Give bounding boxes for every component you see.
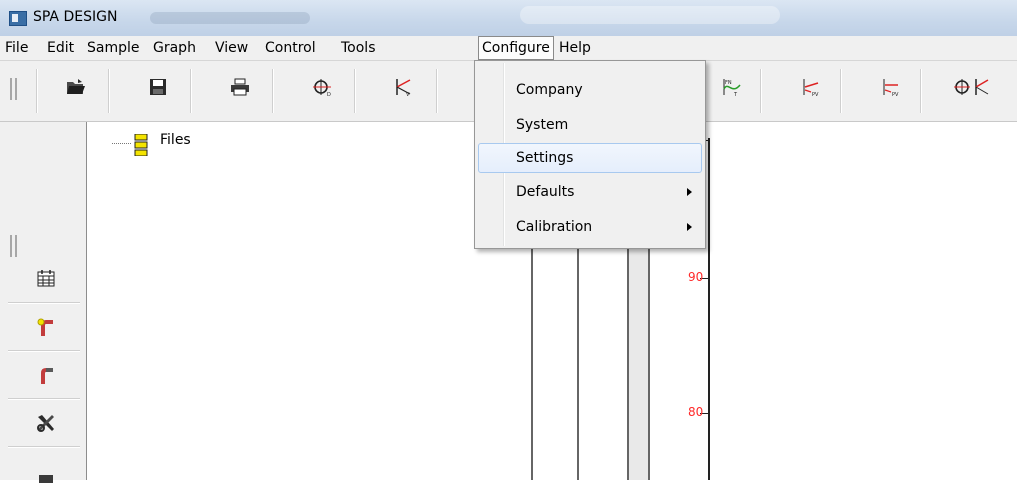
tree-connector (112, 143, 131, 144)
toolbar-separator (840, 69, 842, 113)
print-button[interactable] (228, 75, 252, 99)
menu-help[interactable]: Help (556, 36, 594, 60)
graph-phi-k-button[interactable] (952, 75, 1002, 99)
wrench-cross-button[interactable] (34, 411, 58, 435)
toolbar-separator (354, 69, 356, 113)
svg-text:FN: FN (725, 80, 732, 86)
menu-tools[interactable]: Tools (338, 36, 379, 60)
left-toolbar-separator (8, 398, 80, 400)
toolbar-separator (920, 69, 922, 113)
graph-k-button[interactable]: V (392, 75, 416, 99)
pipe-bend-red-button[interactable] (34, 363, 58, 387)
graph-k-icon: V (396, 79, 411, 97)
graph-pv-button[interactable]: FN T (720, 75, 744, 99)
left-toolbar-separator (8, 350, 80, 352)
title-bar-blur (150, 12, 310, 24)
left-toolbar-grip-handle[interactable] (10, 235, 17, 257)
submenu-arrow-icon (687, 188, 692, 196)
menu-item-company[interactable]: Company (478, 75, 702, 105)
menu-configure[interactable]: Configure (478, 36, 554, 60)
y-axis-label-90: 90 (688, 270, 704, 284)
calendar-icon (37, 270, 55, 287)
menu-sample[interactable]: Sample (84, 36, 143, 60)
menu-item-label: Calibration (516, 219, 593, 235)
toolbar-partial-icon (39, 475, 53, 483)
pipe-bend-yellow-icon (37, 318, 53, 336)
toolbar-grip-handle[interactable] (10, 78, 17, 100)
graph-pv-icon: FN T (723, 79, 741, 97)
title-bar-glass (520, 6, 780, 24)
toolbar-separator (36, 69, 38, 113)
open-folder-icon (67, 79, 85, 94)
menu-item-label: System (516, 117, 569, 133)
menu-view[interactable]: View (212, 36, 251, 60)
menu-graph[interactable]: Graph (150, 36, 199, 60)
menu-item-system[interactable]: System (478, 110, 702, 140)
menu-item-label: Settings (516, 150, 574, 166)
svg-text:T: T (733, 92, 738, 97)
svg-text:PV: PV (892, 92, 899, 97)
title-bar: SPA DESIGN (0, 0, 1017, 36)
y-axis-label-80: 80 (688, 405, 704, 419)
pipe-bend-yellow-button[interactable] (34, 315, 58, 339)
toolbar-separator (190, 69, 192, 113)
left-toolbar (0, 122, 87, 483)
toolbar-separator (436, 69, 438, 113)
menu-file[interactable]: File (2, 36, 31, 60)
svg-text:V: V (406, 92, 410, 97)
menu-bar: File Edit Sample Graph View Control Tool… (0, 36, 1017, 61)
files-database-icon (134, 133, 148, 160)
graph-phi-button[interactable]: D (310, 75, 334, 99)
file-tree: Files (87, 122, 532, 480)
left-toolbar-separator (8, 302, 80, 304)
save-disk-icon (150, 79, 166, 95)
window-title: SPA DESIGN (33, 9, 118, 25)
pipe-bend-red-icon (41, 368, 53, 384)
calendar-button[interactable] (34, 266, 58, 290)
svg-text:PV: PV (812, 92, 819, 97)
menu-item-defaults[interactable]: Defaults (478, 177, 702, 207)
menu-item-settings[interactable]: Settings (478, 143, 702, 173)
app-icon[interactable] (9, 11, 27, 26)
left-toolbar-more-button[interactable] (34, 462, 58, 486)
graph-fpv2-button[interactable]: PV (880, 75, 904, 99)
graph-fpv-icon: PV (803, 79, 819, 97)
graph-fpv-button[interactable]: PV (800, 75, 824, 99)
toolbar-separator (760, 69, 762, 113)
graph-phi-icon: D (313, 79, 331, 97)
menu-item-label: Company (516, 82, 583, 98)
toolbar-separator (108, 69, 110, 113)
toolbar-separator (272, 69, 274, 113)
wrench-cross-icon (37, 415, 54, 432)
open-button[interactable] (64, 75, 88, 99)
left-toolbar-separator (8, 446, 80, 448)
save-button[interactable] (146, 75, 170, 99)
print-icon (231, 78, 249, 96)
submenu-arrow-icon (687, 223, 692, 231)
menu-item-label: Defaults (516, 184, 575, 200)
graph-phi-k-icon (954, 79, 989, 95)
graph-y-axis (708, 138, 710, 480)
tree-root-label[interactable]: Files (160, 132, 191, 148)
menu-item-calibration[interactable]: Calibration (478, 212, 702, 242)
svg-text:D: D (327, 92, 331, 97)
configure-dropdown-menu: Company System Settings Defaults Calibra… (474, 60, 706, 249)
graph-fpv2-icon: PV (883, 79, 899, 97)
menu-edit[interactable]: Edit (44, 36, 77, 60)
menu-control[interactable]: Control (262, 36, 319, 60)
